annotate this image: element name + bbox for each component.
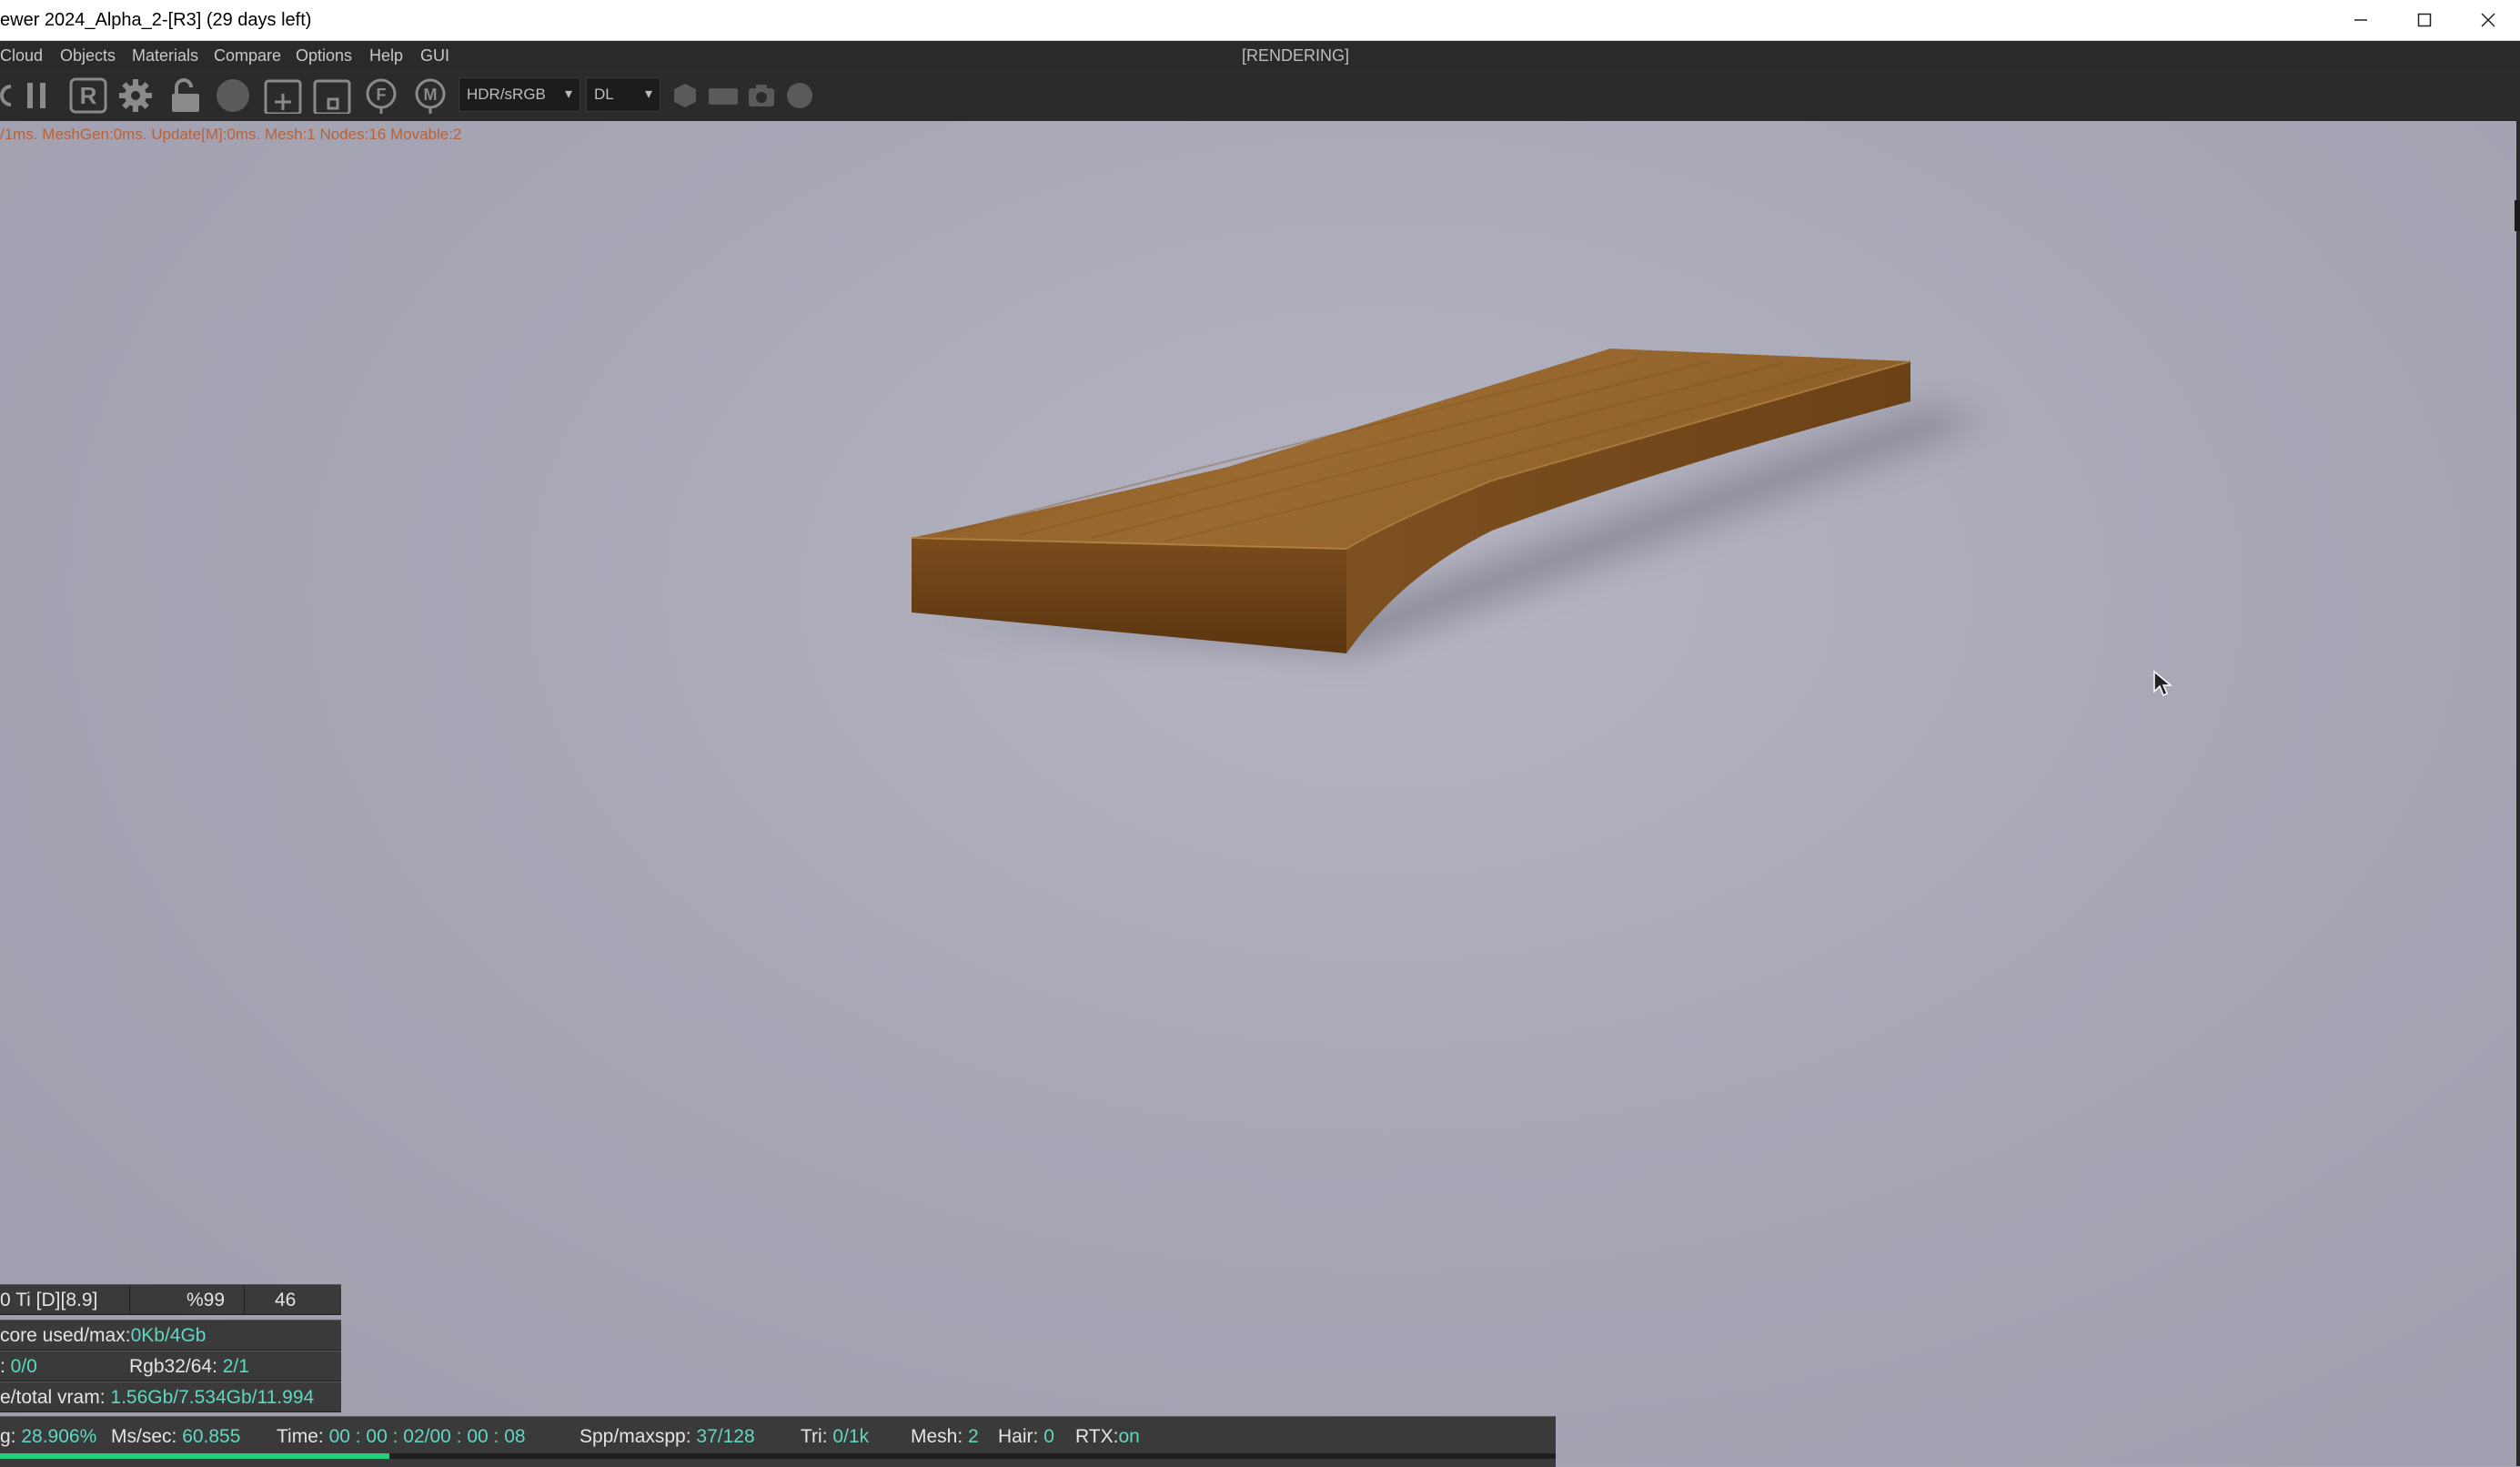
ms-label: Ms/sec: bbox=[111, 1426, 183, 1447]
vram-label: e/total vram: bbox=[0, 1387, 111, 1408]
menu-gui[interactable]: GUI bbox=[420, 41, 449, 70]
rect-icon[interactable] bbox=[706, 77, 741, 114]
ms-value: 60.855 bbox=[182, 1426, 241, 1447]
f-circle-icon[interactable]: F bbox=[362, 77, 400, 114]
mesh-value: 2 bbox=[968, 1426, 979, 1447]
tri-value: 0/1k bbox=[832, 1426, 870, 1447]
time-label: Time: bbox=[277, 1426, 329, 1447]
menu-compare[interactable]: Compare bbox=[214, 41, 281, 70]
tri-label: Tri: bbox=[801, 1426, 833, 1447]
settings-gear-icon[interactable] bbox=[116, 77, 155, 114]
rtx-label: RTX: bbox=[1075, 1426, 1119, 1447]
spp-value: 37/128 bbox=[696, 1426, 755, 1447]
vram-info-row: e/total vram: 1.56Gb/7.534Gb/11.994 bbox=[0, 1381, 341, 1412]
sphere-icon[interactable] bbox=[213, 77, 253, 114]
viewport-right-edge bbox=[2516, 121, 2520, 1466]
window-title: ewer 2024_Alpha_2-[R3] (29 days left) bbox=[0, 10, 312, 30]
color-mode-select[interactable]: HDR/sRGB ▾ bbox=[459, 77, 580, 112]
color-mode-value: HDR/sRGB bbox=[467, 86, 546, 103]
add-box-icon[interactable] bbox=[264, 77, 302, 114]
circle-icon[interactable] bbox=[784, 77, 815, 114]
hair-label: Hair: bbox=[998, 1426, 1044, 1447]
render-r-label: R bbox=[80, 82, 97, 109]
wood-plank-render bbox=[911, 349, 1983, 653]
refresh-icon[interactable] bbox=[0, 77, 13, 114]
buffer-value: 0/0 bbox=[10, 1356, 37, 1377]
mesh-label: Mesh: bbox=[911, 1426, 969, 1447]
core-value: 0Kb/4Gb bbox=[130, 1325, 207, 1346]
menu-objects[interactable]: Objects bbox=[60, 41, 116, 70]
toolbar: R F M HDR/sRGB ▾ DL ▾ bbox=[0, 70, 2520, 121]
minimize-button[interactable] bbox=[2329, 0, 2393, 40]
gpu-info-row: 0 Ti [D][8.9] %99 46 bbox=[0, 1284, 341, 1315]
render-viewport[interactable]: /1ms. MeshGen:0ms. Update[M]:0ms. Mesh:1… bbox=[0, 121, 2520, 1466]
rgb-value: 2/1 bbox=[222, 1356, 249, 1377]
gpu-temperature: 46 bbox=[275, 1290, 297, 1310]
rtx-value: on bbox=[1118, 1426, 1140, 1447]
render-r-icon[interactable]: R bbox=[69, 77, 107, 114]
kernel-select[interactable]: DL ▾ bbox=[586, 77, 660, 112]
buffer-label: : bbox=[0, 1356, 11, 1377]
rgb-label: Rgb32/64: bbox=[129, 1356, 223, 1377]
gpu-utilization: %99 bbox=[186, 1290, 226, 1310]
window-title-bar: ewer 2024_Alpha_2-[R3] (29 days left) bbox=[0, 0, 2520, 41]
spp-label: Spp/maxspp: bbox=[580, 1426, 697, 1447]
minimize-icon bbox=[2354, 19, 2367, 21]
hexagon-icon[interactable] bbox=[671, 77, 699, 114]
menu-options[interactable]: Options bbox=[296, 41, 352, 70]
maximize-button[interactable] bbox=[2393, 0, 2456, 40]
mouse-cursor-icon bbox=[2153, 670, 2172, 697]
vram-value: 1.56Gb/7.534Gb/11.994 bbox=[110, 1387, 315, 1408]
unlock-icon[interactable] bbox=[167, 77, 204, 114]
maximize-icon bbox=[2417, 13, 2432, 27]
chevron-down-icon: ▾ bbox=[644, 86, 652, 102]
progress-label: g: bbox=[0, 1426, 22, 1447]
kernel-value: DL bbox=[594, 86, 614, 103]
gpu-name: 0 Ti [D][8.9] bbox=[0, 1290, 98, 1310]
f-label: F bbox=[377, 86, 387, 104]
buffer-info-row: : 0/0 Rgb32/64: 2/1 bbox=[0, 1351, 341, 1381]
progress-value: 28.906% bbox=[21, 1426, 97, 1447]
close-button[interactable] bbox=[2456, 0, 2520, 40]
menu-bar: Cloud Objects Materials Compare Options … bbox=[0, 41, 2520, 70]
chevron-down-icon: ▾ bbox=[564, 86, 572, 102]
m-pin-icon[interactable]: M bbox=[411, 77, 449, 114]
divider bbox=[129, 1285, 130, 1314]
render-progress-bar bbox=[0, 1453, 1556, 1459]
scene-stats-line: /1ms. MeshGen:0ms. Update[M]:0ms. Mesh:1… bbox=[0, 126, 462, 143]
divider bbox=[244, 1285, 245, 1314]
menu-help[interactable]: Help bbox=[369, 41, 403, 70]
render-status-bar: g: 28.906% Ms/sec: 60.855 Time: 00 : 00 … bbox=[0, 1416, 1556, 1467]
camera-icon[interactable] bbox=[746, 77, 777, 114]
core-info-row: core used/max:0Kb/4Gb bbox=[0, 1320, 341, 1351]
pause-icon[interactable] bbox=[24, 77, 51, 114]
viewport-edge-marker bbox=[2515, 200, 2520, 231]
time-value: 00 : 00 : 02/00 : 00 : 08 bbox=[328, 1426, 526, 1447]
menu-materials[interactable]: Materials bbox=[132, 41, 198, 70]
render-status: [RENDERING] bbox=[1242, 46, 1350, 65]
core-label: core used/max: bbox=[0, 1325, 131, 1346]
close-icon bbox=[2481, 13, 2495, 27]
box-icon[interactable] bbox=[313, 77, 351, 114]
render-progress-fill bbox=[0, 1453, 389, 1459]
m-label: M bbox=[424, 86, 438, 104]
hair-value: 0 bbox=[1043, 1426, 1054, 1447]
menu-cloud[interactable]: Cloud bbox=[0, 41, 43, 70]
